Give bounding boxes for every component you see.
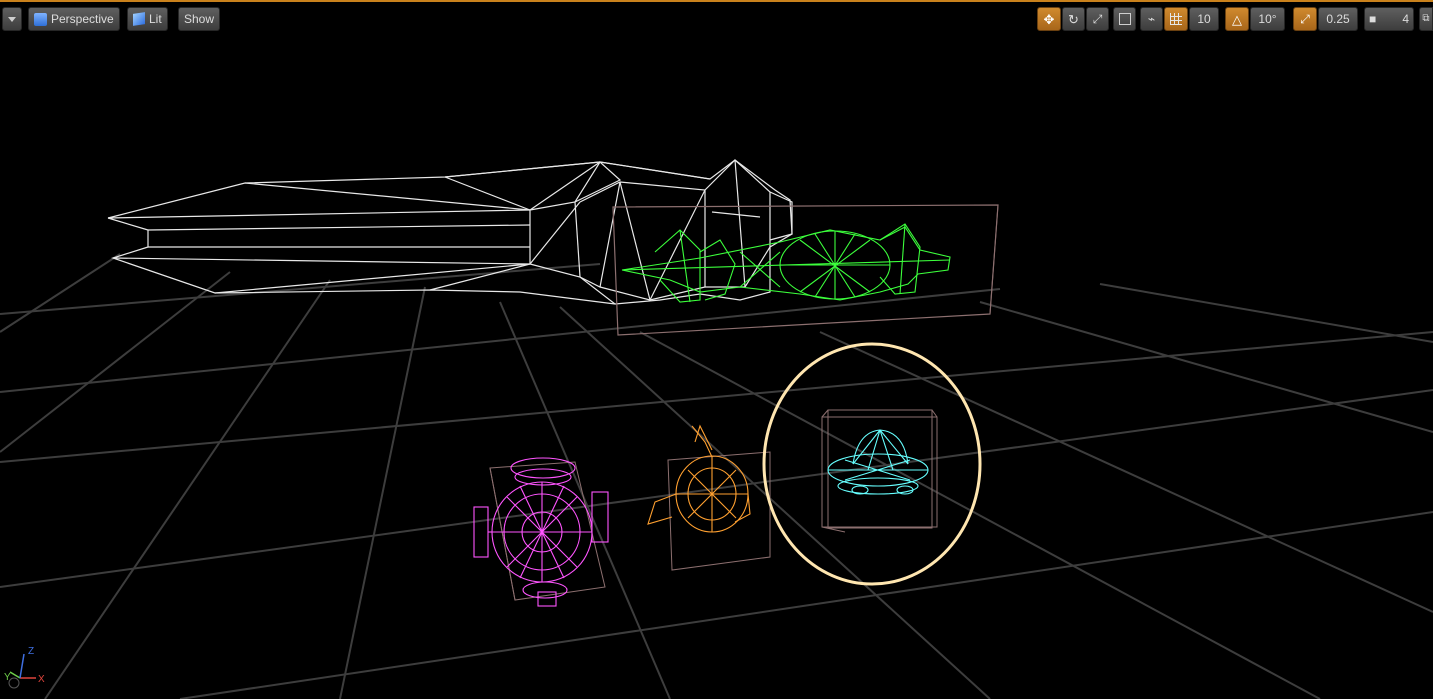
perspective-button[interactable]: Perspective xyxy=(28,7,120,31)
floor-grid xyxy=(0,253,1433,699)
scale-snap-value-dropdown[interactable]: 0.25 xyxy=(1318,7,1358,31)
magenta-model-wireframe[interactable] xyxy=(473,457,609,607)
scale-icon: ⤢ xyxy=(1092,12,1103,26)
grid-snap-icon xyxy=(1170,13,1182,25)
viewport-options-dropdown[interactable] xyxy=(2,7,22,31)
green-ship-bounds xyxy=(612,204,999,336)
surface-snap-icon: ⌁ xyxy=(1147,12,1156,26)
orange-model-bounds xyxy=(667,451,771,571)
rotation-snap-value: 10° xyxy=(1258,12,1277,26)
orange-model-wireframe[interactable] xyxy=(647,424,751,533)
dropdown-arrow-icon xyxy=(8,16,16,22)
scale-snap-toggle[interactable]: ⤢ xyxy=(1293,7,1317,31)
selection-ring xyxy=(762,342,982,586)
rotation-snap-icon: △ xyxy=(1232,11,1242,27)
coordinate-space-icon xyxy=(1118,13,1131,25)
axis-y-label: Y xyxy=(4,672,11,683)
rotate-icon: ↻ xyxy=(1068,11,1079,27)
show-button[interactable]: Show xyxy=(178,7,221,31)
grid-snap-value: 10 xyxy=(1197,12,1211,26)
ship-white-wireframe[interactable] xyxy=(107,159,793,305)
scale-snap-value: 0.25 xyxy=(1326,12,1350,26)
rotation-snap-value-dropdown[interactable]: 10° xyxy=(1250,7,1285,31)
maximize-icon: ⧉ xyxy=(1422,13,1430,24)
axis-z-label: Z xyxy=(28,646,34,657)
lit-button[interactable]: Lit xyxy=(127,7,168,31)
level-viewport[interactable]: X Y Z Perspective Lit Show ✥ ↻ ⤢ ⌁ 10 △ … xyxy=(0,0,1433,699)
camera-speed-value: 4 xyxy=(1402,12,1409,26)
rotate-mode-button[interactable]: ↻ xyxy=(1062,7,1085,31)
coordinate-space-button[interactable] xyxy=(1113,7,1136,31)
grid-snap-value-dropdown[interactable]: 10 xyxy=(1189,7,1219,31)
viewport-scene[interactable]: X Y Z xyxy=(0,2,1433,699)
translate-icon: ✥ xyxy=(1043,11,1055,27)
lit-icon xyxy=(133,12,145,26)
translate-mode-button[interactable]: ✥ xyxy=(1037,7,1061,31)
axis-gizmo xyxy=(8,653,36,689)
show-label: Show xyxy=(184,12,215,26)
axis-x-label: X xyxy=(38,674,45,685)
scale-snap-icon: ⤢ xyxy=(1300,12,1310,26)
scale-mode-button[interactable]: ⤢ xyxy=(1086,7,1109,31)
perspective-icon xyxy=(34,12,47,26)
perspective-label: Perspective xyxy=(51,12,114,26)
grid-snap-toggle[interactable] xyxy=(1164,7,1188,31)
rotation-snap-toggle[interactable]: △ xyxy=(1225,7,1249,31)
camera-speed-button[interactable]: ■ 4 xyxy=(1364,7,1414,31)
lit-label: Lit xyxy=(149,12,162,26)
camera-speed-icon: ■ xyxy=(1369,12,1377,26)
surface-snap-button[interactable]: ⌁ xyxy=(1140,7,1163,31)
maximize-viewport-button[interactable]: ⧉ xyxy=(1419,7,1433,31)
